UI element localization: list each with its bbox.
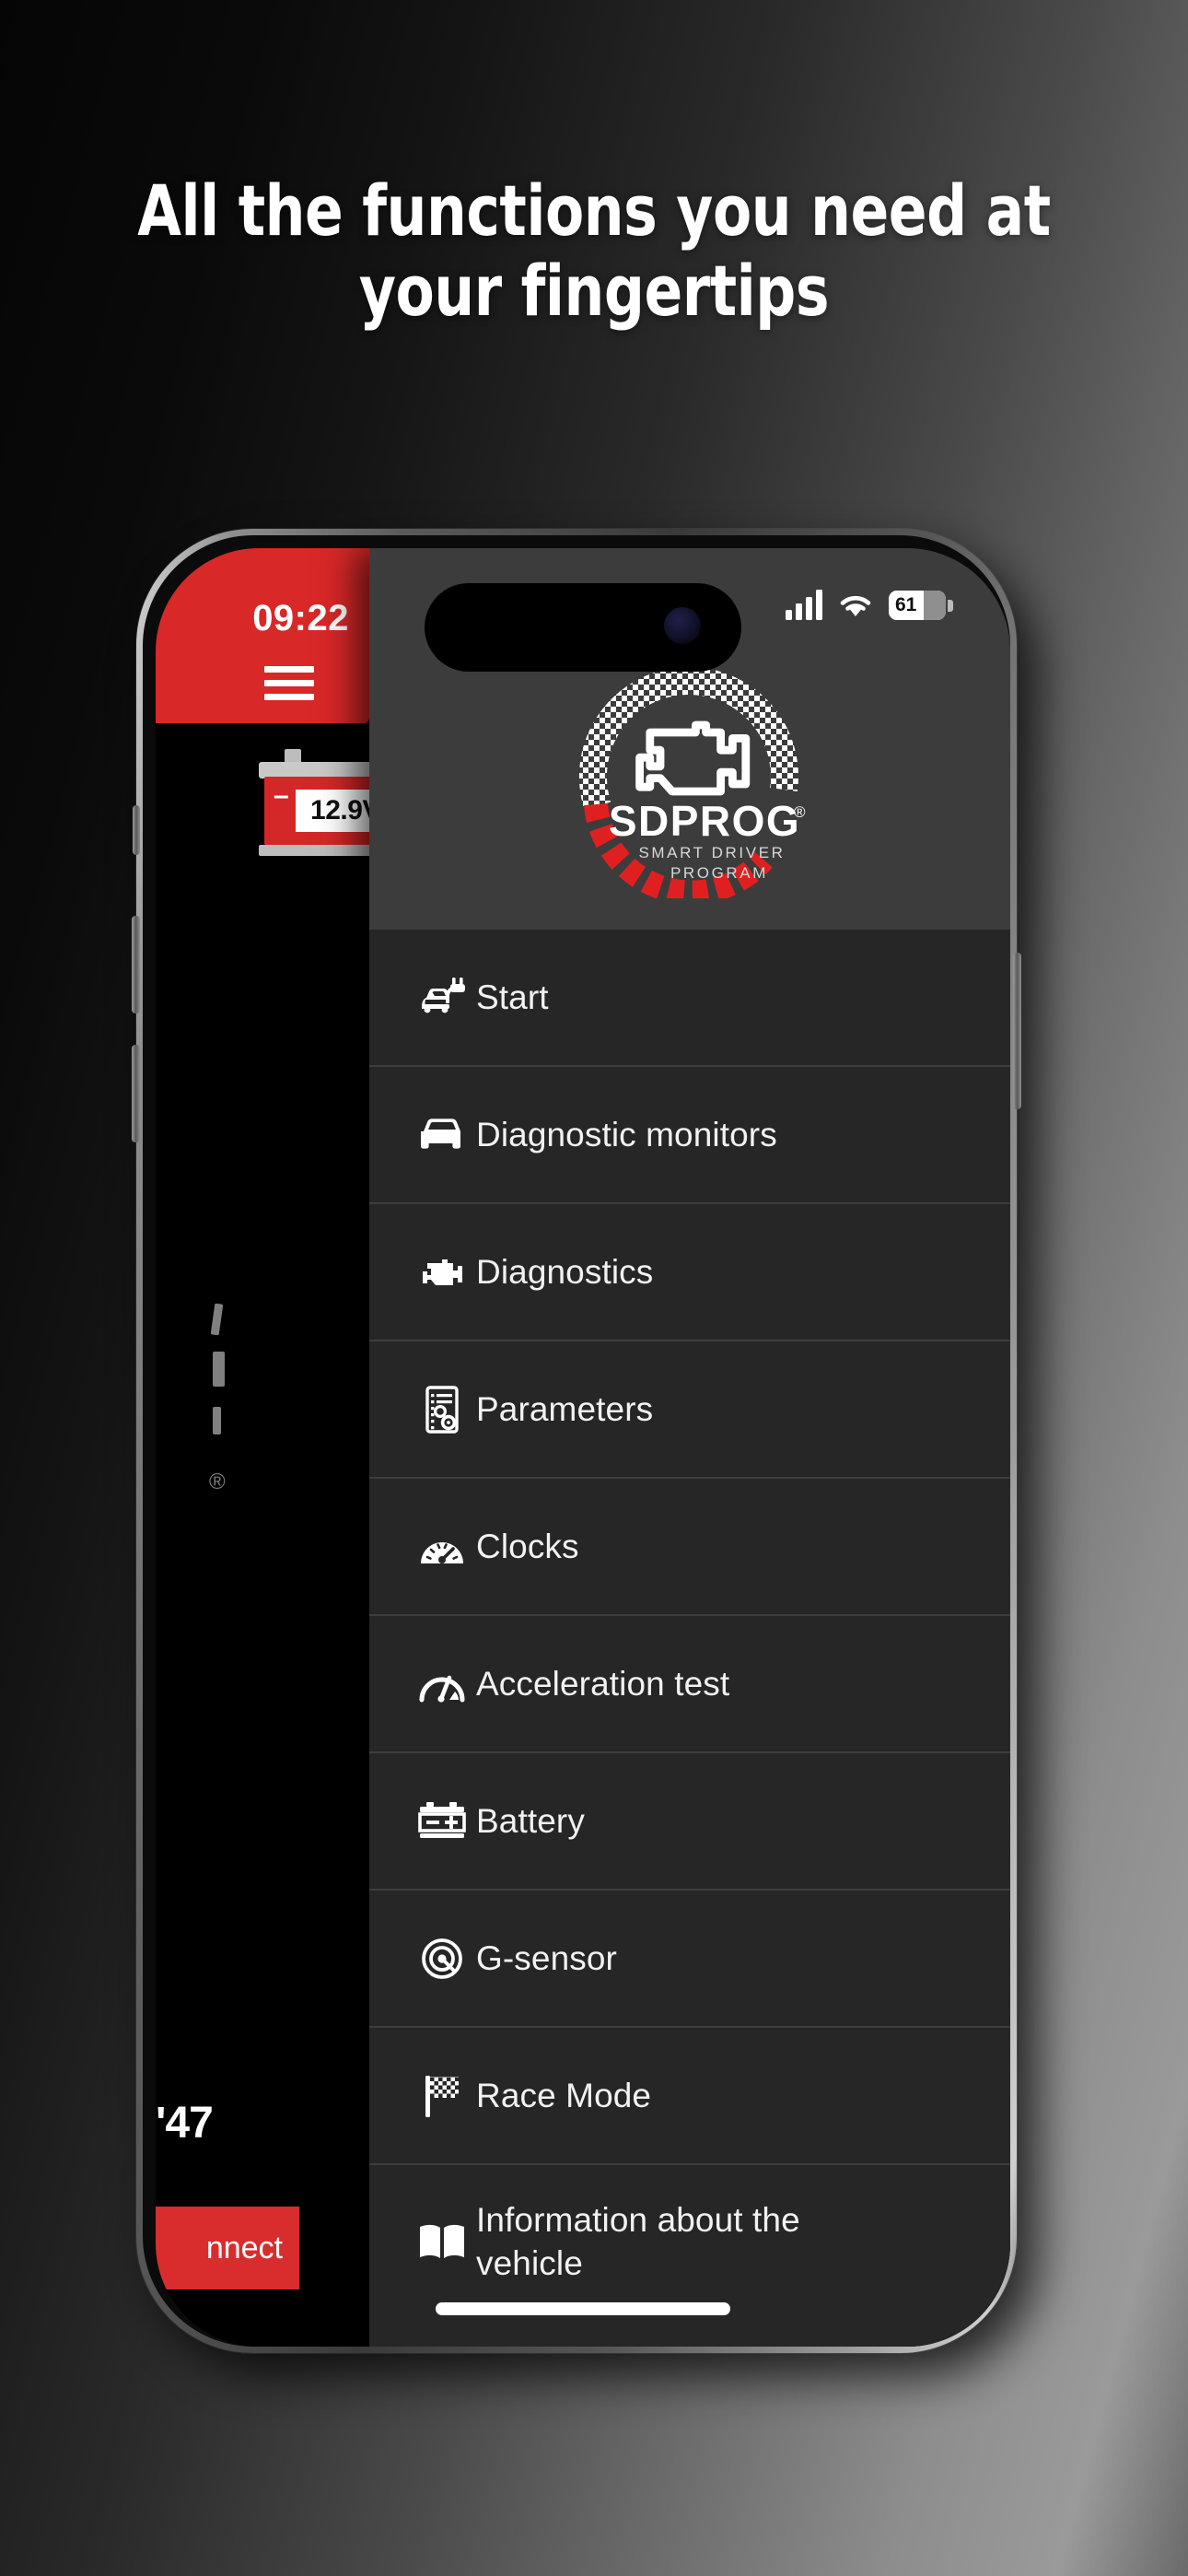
ghost-mark-1: [210, 1303, 224, 1336]
menu-item-diagnostics[interactable]: Diagnostics: [369, 1204, 1010, 1341]
ghost-mark-3: [213, 1407, 221, 1434]
menu-item-diagnostic-monitors[interactable]: Diagnostic monitors: [369, 1067, 1010, 1204]
dynamic-island: [425, 583, 741, 672]
battery-status-icon: 61: [889, 591, 946, 620]
home-indicator[interactable]: [436, 2302, 730, 2315]
ghost-registered-icon: ®: [209, 1469, 226, 1494]
logo-registered-mark: ®: [794, 803, 806, 821]
menu-item-acceleration-test[interactable]: Acceleration test: [369, 1616, 1010, 1753]
headline-line-1: All the functions you need at: [137, 170, 1051, 252]
sdprog-logo: SDPROG ® SMART DRIVER PROGRAM: [566, 651, 813, 905]
car-battery-icon: [408, 1800, 476, 1843]
menu-item-clocks[interactable]: Clocks: [369, 1479, 1010, 1616]
car-plug-icon: [408, 976, 476, 1020]
menu-item-race-mode[interactable]: Race Mode: [369, 2028, 1010, 2165]
battery-nub: [948, 599, 953, 612]
app-clock: 09:22: [252, 598, 349, 638]
drawer-menu-list: Start Diagnostic monitors Diagnostics Pa…: [369, 930, 1010, 2347]
gauge-icon: [408, 1527, 476, 1567]
car-front-icon: [408, 1113, 476, 1157]
document-gear-icon: [408, 1385, 476, 1434]
ghost-mark-2: [213, 1352, 225, 1387]
front-camera-icon: [664, 607, 701, 644]
menu-item-vehicle-information[interactable]: Information about the vehicle: [369, 2165, 1010, 2318]
battery-percent-label: 61: [895, 594, 917, 615]
menu-item-label: Information about the vehicle: [476, 2200, 800, 2282]
open-book-icon: [408, 2221, 476, 2262]
menu-item-start[interactable]: Start: [369, 930, 1010, 1067]
menu-item-label: Clocks: [476, 1527, 579, 1565]
menu-item-label: Start: [476, 978, 549, 1016]
headline-line-2: your fingertips: [358, 249, 830, 332]
volume-up-button[interactable]: [132, 916, 140, 1013]
menu-item-label: Acceleration test: [476, 1664, 730, 1703]
logo-tagline-2: PROGRAM: [670, 864, 768, 882]
logo-brand-text: SDPROG: [609, 797, 800, 845]
menu-item-parameters[interactable]: Parameters: [369, 1341, 1010, 1479]
menu-item-battery[interactable]: Battery: [369, 1753, 1010, 1891]
app-red-header: 09:22: [156, 548, 369, 723]
phone-mockup: 09:22 – + 12.9V: [132, 529, 1057, 2386]
checkered-flag-icon: [408, 2073, 476, 2119]
menu-item-label: Diagnostic monitors: [476, 1115, 777, 1153]
connect-button[interactable]: nnect: [156, 2207, 299, 2289]
wifi-icon: [837, 591, 874, 620]
menu-item-label: G-sensor: [476, 1938, 617, 1977]
menu-item-label: Race Mode: [476, 2076, 652, 2114]
hamburger-icon[interactable]: [264, 666, 314, 700]
menu-item-label: Diagnostics: [476, 1252, 654, 1291]
silence-switch[interactable]: [133, 805, 140, 855]
phone-frame: 09:22 – + 12.9V: [132, 529, 1021, 2353]
power-button[interactable]: [1013, 953, 1021, 1109]
menu-item-g-sensor[interactable]: G-sensor: [369, 1891, 1010, 2028]
navigation-drawer: SDPROG ® SMART DRIVER PROGRAM Start Diag…: [369, 548, 1010, 2347]
menu-item-label: Battery: [476, 1801, 585, 1840]
promo-headline: All the functions you need at your finge…: [60, 170, 1129, 332]
menu-item-label: Parameters: [476, 1389, 654, 1428]
target-circle-icon: [408, 1937, 476, 1981]
volume-down-button[interactable]: [132, 1045, 140, 1142]
logo-tagline-1: SMART DRIVER: [638, 844, 785, 861]
battery-minus-label: –: [274, 780, 289, 811]
speedometer-icon: [408, 1664, 476, 1704]
app-partial-counter: '47: [156, 2099, 214, 2148]
engine-icon: [408, 1250, 476, 1294]
phone-bezel: 09:22 – + 12.9V: [143, 535, 1010, 2347]
phone-screen: 09:22 – + 12.9V: [156, 548, 1010, 2347]
signal-bars-icon: [786, 589, 822, 620]
